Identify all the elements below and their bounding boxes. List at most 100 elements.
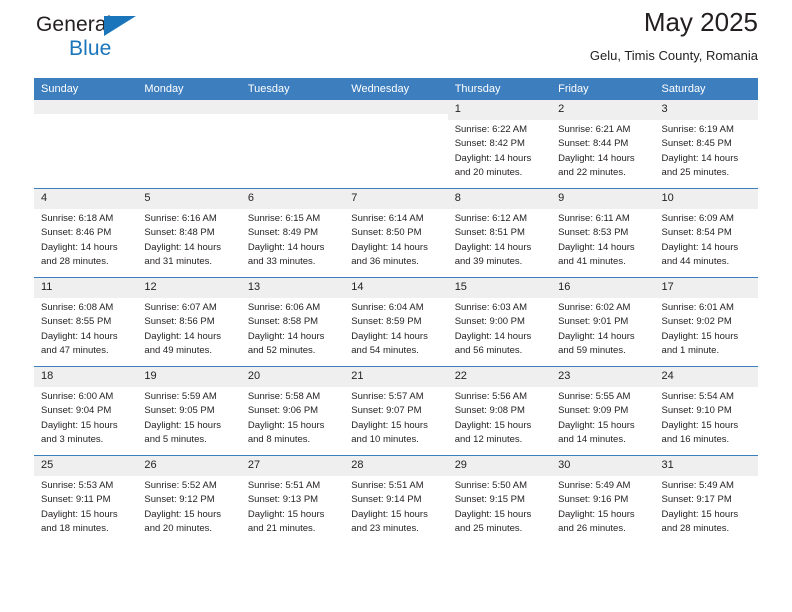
calendar-cell-day[interactable]: 30 Sunrise: 5:49 AM Sunset: 9:16 PM Dayligh…: [551, 455, 655, 544]
day-number: 10: [654, 189, 758, 209]
calendar-cell-day[interactable]: 8 Sunrise: 6:12 AM Sunset: 8:51 PM Daylight…: [447, 188, 552, 278]
calendar-cell-day[interactable]: 27 Sunrise: 5:51 AM Sunset: 9:13 PM Dayligh…: [240, 455, 345, 544]
day-cell-inner: 25 Sunrise: 5:53 AM Sunset: 9:11 PM Dayligh…: [34, 456, 138, 544]
sunset-text: Sunset: 8:51 PM: [454, 227, 525, 239]
calendar-cell-day[interactable]: 4 Sunrise: 6:18 AM Sunset: 8:46 PM Daylight…: [34, 188, 138, 278]
calendar-cell-day[interactable]: 16 Sunrise: 6:02 AM Sunset: 9:01 PM Dayligh…: [551, 277, 655, 367]
calendar-cell-day[interactable]: 14 Sunrise: 6:04 AM Sunset: 8:59 PM Dayligh…: [344, 277, 448, 367]
day-cell-inner: 8 Sunrise: 6:12 AM Sunset: 8:51 PM Daylight…: [447, 189, 552, 277]
calendar-cell-day[interactable]: 19 Sunrise: 5:59 AM Sunset: 9:05 PM Dayligh…: [137, 366, 241, 456]
daylight-text: Daylight: 15 hours and 23 minutes.: [351, 508, 428, 535]
calendar-cell-day[interactable]: 7 Sunrise: 6:14 AM Sunset: 8:50 PM Daylight…: [344, 188, 448, 278]
daylight-text: Daylight: 15 hours and 20 minutes.: [144, 508, 221, 535]
daylight-text: Daylight: 15 hours and 25 minutes.: [454, 508, 532, 535]
day-cell-inner: [137, 100, 241, 188]
sunset-text: Sunset: 9:16 PM: [558, 494, 629, 506]
day-cell-inner: 18 Sunrise: 6:00 AM Sunset: 9:04 PM Dayligh…: [34, 367, 138, 455]
day-sun-details: Sunrise: 6:08 AM Sunset: 8:55 PM Daylight:…: [34, 298, 137, 359]
calendar-cell-day[interactable]: 12 Sunrise: 6:07 AM Sunset: 8:56 PM Dayligh…: [137, 277, 241, 367]
daylight-text: Daylight: 14 hours and 56 minutes.: [454, 330, 532, 357]
day-cell-inner: 24 Sunrise: 5:54 AM Sunset: 9:10 PM Dayligh…: [654, 367, 758, 455]
calendar-cell-empty: [240, 100, 345, 189]
sunrise-text: Sunrise: 6:04 AM: [351, 301, 424, 313]
calendar-week-row: 11 Sunrise: 6:08 AM Sunset: 8:55 PM Dayligh…: [34, 277, 758, 367]
calendar-cell-day[interactable]: 21 Sunrise: 5:57 AM Sunset: 9:07 PM Dayligh…: [344, 366, 448, 456]
calendar-cell-day[interactable]: 31 Sunrise: 5:49 AM Sunset: 9:17 PM Dayligh…: [654, 455, 758, 544]
calendar-cell-day[interactable]: 2 Sunrise: 6:21 AM Sunset: 8:44 PM Daylight…: [551, 100, 655, 189]
daylight-text: Daylight: 14 hours and 36 minutes.: [351, 241, 428, 268]
daylight-text: Daylight: 14 hours and 49 minutes.: [144, 330, 221, 357]
daylight-text: Daylight: 14 hours and 22 minutes.: [558, 152, 635, 179]
calendar-cell-day[interactable]: 18 Sunrise: 6:00 AM Sunset: 9:04 PM Dayligh…: [34, 366, 138, 456]
calendar-cell-day[interactable]: 6 Sunrise: 6:15 AM Sunset: 8:49 PM Daylight…: [240, 188, 345, 278]
day-sun-details: Sunrise: 5:59 AM Sunset: 9:05 PM Daylight:…: [137, 387, 240, 448]
day-number: 31: [654, 456, 758, 476]
day-number: 25: [34, 456, 138, 476]
daylight-text: Daylight: 14 hours and 33 minutes.: [247, 241, 325, 268]
weekday-header-monday: Monday: [137, 78, 241, 100]
day-sun-details: Sunrise: 6:15 AM Sunset: 8:49 PM Daylight:…: [241, 209, 344, 270]
sunrise-text: Sunrise: 5:54 AM: [661, 390, 734, 402]
daylight-text: Daylight: 14 hours and 25 minutes.: [661, 152, 739, 179]
daylight-text: Daylight: 15 hours and 18 minutes.: [41, 508, 118, 535]
day-cell-inner: 4 Sunrise: 6:18 AM Sunset: 8:46 PM Daylight…: [34, 189, 138, 277]
weekday-header-friday: Friday: [551, 78, 655, 100]
calendar-cell-empty: [344, 100, 448, 189]
day-number: 17: [654, 278, 758, 298]
day-cell-inner: [240, 100, 345, 188]
calendar-cell-day[interactable]: 22 Sunrise: 5:56 AM Sunset: 9:08 PM Dayligh…: [447, 366, 552, 456]
daylight-text: Daylight: 15 hours and 14 minutes.: [558, 419, 635, 446]
sunrise-text: Sunrise: 6:18 AM: [41, 212, 114, 224]
day-sun-details: Sunrise: 5:55 AM Sunset: 9:09 PM Daylight:…: [551, 387, 654, 448]
sunrise-text: Sunrise: 6:01 AM: [661, 301, 734, 313]
calendar-cell-day[interactable]: 20 Sunrise: 5:58 AM Sunset: 9:06 PM Dayligh…: [240, 366, 345, 456]
calendar-week-row: 1 Sunrise: 6:22 AM Sunset: 8:42 PM Daylight…: [34, 100, 758, 189]
calendar-cell-day[interactable]: 15 Sunrise: 6:03 AM Sunset: 9:00 PM Dayligh…: [447, 277, 552, 367]
daylight-text: Daylight: 14 hours and 20 minutes.: [454, 152, 532, 179]
day-number: 14: [344, 278, 448, 298]
calendar-week-row: 25 Sunrise: 5:53 AM Sunset: 9:11 PM Dayligh…: [34, 455, 758, 544]
generalblue-logo[interactable]: General Blue: [36, 14, 136, 59]
sunset-text: Sunset: 9:05 PM: [144, 405, 215, 417]
daylight-text: Daylight: 14 hours and 31 minutes.: [144, 241, 221, 268]
calendar-cell-day[interactable]: 29 Sunrise: 5:50 AM Sunset: 9:15 PM Dayligh…: [447, 455, 552, 544]
calendar-cell-day[interactable]: 26 Sunrise: 5:52 AM Sunset: 9:12 PM Dayligh…: [137, 455, 241, 544]
calendar-cell-day[interactable]: 17 Sunrise: 6:01 AM Sunset: 9:02 PM Dayligh…: [654, 277, 758, 367]
day-cell-inner: 19 Sunrise: 5:59 AM Sunset: 9:05 PM Dayligh…: [137, 367, 241, 455]
weekday-header-sunday: Sunday: [34, 78, 138, 100]
day-number: 21: [344, 367, 448, 387]
day-number: 1: [447, 100, 552, 120]
calendar-cell-day[interactable]: 24 Sunrise: 5:54 AM Sunset: 9:10 PM Dayligh…: [654, 366, 758, 456]
day-sun-details: Sunrise: 5:53 AM Sunset: 9:11 PM Daylight:…: [34, 476, 137, 537]
sunset-text: Sunset: 8:48 PM: [144, 227, 215, 239]
calendar-cell-day[interactable]: 9 Sunrise: 6:11 AM Sunset: 8:53 PM Daylight…: [551, 188, 655, 278]
calendar-cell-day[interactable]: 5 Sunrise: 6:16 AM Sunset: 8:48 PM Daylight…: [137, 188, 241, 278]
calendar-page: General Blue May 2025 Gelu, Timis County…: [0, 0, 792, 612]
calendar-cell-day[interactable]: 13 Sunrise: 6:06 AM Sunset: 8:58 PM Dayligh…: [240, 277, 345, 367]
calendar-cell-day[interactable]: 28 Sunrise: 5:51 AM Sunset: 9:14 PM Dayligh…: [344, 455, 448, 544]
sunset-text: Sunset: 9:02 PM: [661, 316, 732, 328]
sunset-text: Sunset: 9:10 PM: [661, 405, 732, 417]
sunset-text: Sunset: 8:59 PM: [351, 316, 422, 328]
sunset-text: Sunset: 9:04 PM: [41, 405, 112, 417]
day-sun-details: Sunrise: 6:04 AM Sunset: 8:59 PM Daylight:…: [344, 298, 447, 359]
calendar-cell-day[interactable]: 10 Sunrise: 6:09 AM Sunset: 8:54 PM Dayligh…: [654, 188, 758, 278]
daylight-text: Daylight: 15 hours and 16 minutes.: [661, 419, 739, 446]
daylight-text: Daylight: 15 hours and 21 minutes.: [247, 508, 325, 535]
day-number: 2: [551, 100, 655, 120]
sunrise-text: Sunrise: 5:49 AM: [558, 479, 631, 491]
calendar-cell-day[interactable]: 3 Sunrise: 6:19 AM Sunset: 8:45 PM Daylight…: [654, 100, 758, 189]
daylight-text: Daylight: 14 hours and 39 minutes.: [454, 241, 532, 268]
sunrise-text: Sunrise: 6:07 AM: [144, 301, 217, 313]
day-sun-details: Sunrise: 5:49 AM Sunset: 9:17 PM Daylight:…: [655, 476, 758, 537]
day-sun-details: Sunrise: 6:16 AM Sunset: 8:48 PM Daylight:…: [137, 209, 240, 270]
calendar-cell-day[interactable]: 1 Sunrise: 6:22 AM Sunset: 8:42 PM Daylight…: [447, 100, 552, 189]
sunset-text: Sunset: 9:07 PM: [351, 405, 422, 417]
daylight-text: Daylight: 15 hours and 1 minute.: [661, 330, 739, 357]
day-number: 9: [551, 189, 655, 209]
calendar-cell-day[interactable]: 11 Sunrise: 6:08 AM Sunset: 8:55 PM Dayligh…: [34, 277, 138, 367]
calendar-cell-day[interactable]: 23 Sunrise: 5:55 AM Sunset: 9:09 PM Dayligh…: [551, 366, 655, 456]
day-number: 6: [240, 189, 345, 209]
calendar-cell-day[interactable]: 25 Sunrise: 5:53 AM Sunset: 9:11 PM Dayligh…: [34, 455, 138, 544]
weekday-header-saturday: Saturday: [654, 78, 758, 100]
